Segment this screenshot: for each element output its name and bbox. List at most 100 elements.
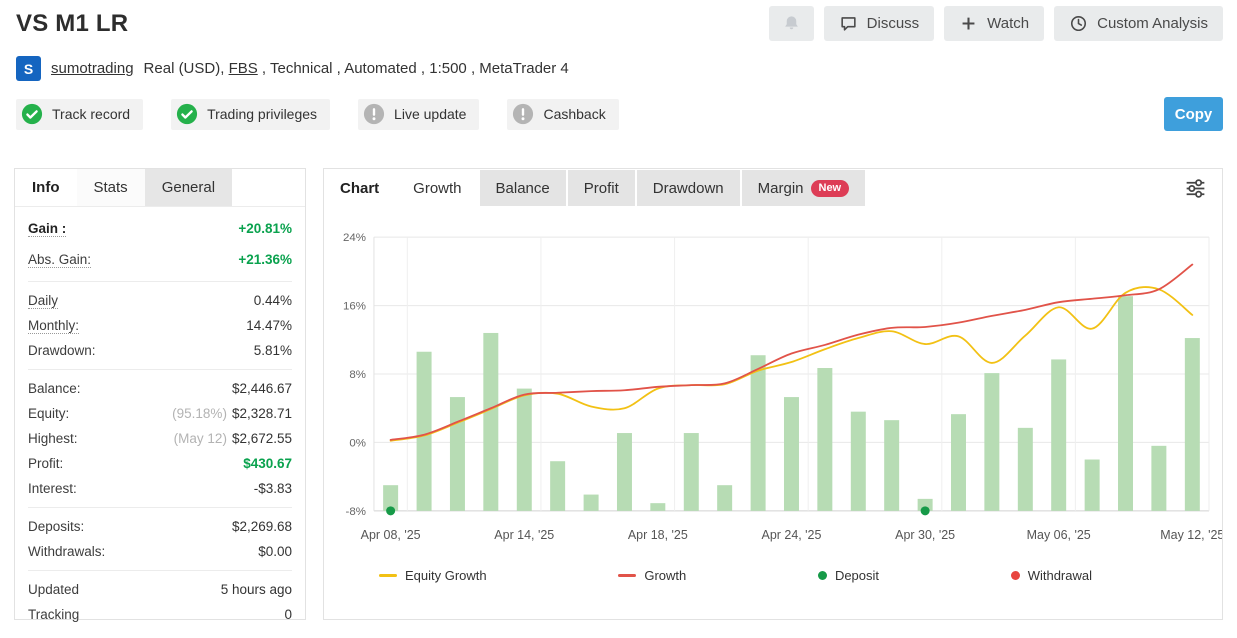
chart-tab-label: Margin [758, 180, 804, 197]
info-value-abs-gain: +21.36% [238, 252, 292, 267]
chart-tab-balance[interactable]: Balance [480, 170, 566, 206]
info-value-interest: -$3.83 [254, 481, 292, 496]
info-label-withdrawals: Withdrawals: [28, 544, 105, 559]
bar-apr-29 [884, 420, 899, 511]
legend-swatch-growth [618, 574, 636, 577]
bar-may-06 [1051, 359, 1066, 510]
info-label-daily[interactable]: Daily [28, 293, 58, 309]
chart-tabs-row: Chart Growth Balance Profit DrawdownMarginNe… [324, 169, 1222, 207]
chart-tabs: Chart Growth Balance Profit DrawdownMarginNe… [324, 170, 867, 206]
info-row-interest: Interest: -$3.83 [28, 476, 292, 501]
info-value-drawdown: 5.81% [254, 343, 292, 358]
info-label-abs-gain[interactable]: Abs. Gain: [28, 252, 91, 268]
sliders-icon [1183, 176, 1208, 201]
watch-button[interactable]: Watch [944, 6, 1044, 41]
chart-tab-drawdown[interactable]: Drawdown [637, 170, 740, 206]
legend-label: Withdrawal [1028, 568, 1092, 583]
chart-panel: Chart Growth Balance Profit DrawdownMarginNe… [323, 168, 1223, 620]
username-link[interactable]: sumotrading [51, 60, 134, 77]
tab-general[interactable]: General [145, 169, 232, 206]
info-label-interest: Interest: [28, 481, 77, 496]
info-row-group: Daily 0.44% Monthly:14.47% Drawdown: 5.81% [28, 282, 292, 370]
chart-settings-button[interactable] [1179, 172, 1212, 205]
info-label-monthly[interactable]: Monthly: [28, 318, 79, 334]
custom-analysis-button[interactable]: Custom Analysis [1054, 6, 1223, 41]
bar-may-01 [951, 414, 966, 511]
bar-apr-24 [784, 397, 799, 511]
y-tick-label: -8% [346, 506, 366, 518]
info-row-group: Updated5 hours agoTracking0 [28, 571, 292, 633]
check-circle-icon [21, 103, 43, 125]
bar-apr-15 [550, 461, 565, 511]
info-value-withdrawals: $0.00 [258, 544, 292, 559]
bar-apr-21 [684, 433, 699, 511]
info-row-deposits: Deposits: $2,269.68 [28, 514, 292, 539]
tab-info[interactable]: Info [15, 169, 77, 206]
exclamation-circle-icon [512, 103, 534, 125]
bar-apr-23 [751, 355, 766, 511]
info-label-drawdown: Drawdown: [28, 343, 96, 358]
tab-stats[interactable]: Stats [77, 169, 145, 206]
bar-apr-11 [483, 333, 498, 511]
chart-legend: Equity GrowthGrowthDepositWithdrawal [324, 553, 1222, 597]
info-row-group: Deposits: $2,269.68 Withdrawals: $0.00 [28, 508, 292, 571]
info-value-highest: (May 12)$2,672.55 [174, 431, 292, 446]
clock-icon [1069, 14, 1088, 33]
info-row-group: Balance:$2,446.67Equity:(95.18%)$2,328.7… [28, 370, 292, 508]
page-title: VS M1 LR [16, 10, 128, 38]
discuss-label: Discuss [867, 15, 920, 32]
info-label-updated: Updated [28, 582, 79, 597]
info-value-gain: +20.81% [238, 221, 292, 236]
account-meta-suffix: , Technical , Automated , 1:500 , MetaTr… [258, 60, 569, 77]
page-header: VS M1 LR Discuss Watch Custom Analysis [0, 0, 1237, 131]
chart-tab-label: Profit [584, 180, 619, 197]
info-row-equity: Equity:(95.18%)$2,328.71 [28, 401, 292, 426]
main-content: InfoStatsGeneral Gain : +20.81% Abs. Gain:… [0, 168, 1237, 620]
info-value-profit: $430.67 [243, 456, 292, 471]
legend-item-deposit: Deposit [818, 568, 879, 583]
info-row-updated: Updated5 hours ago [28, 577, 292, 602]
info-rows: Gain : +20.81% Abs. Gain: +21.36% Daily 0.44%… [15, 207, 305, 633]
growth-chart: 24%16%8%0%-8%Apr 08, '25Apr 14, '25Apr 1… [324, 209, 1222, 553]
chart-tab-growth[interactable]: Growth [397, 170, 477, 206]
info-value-tracking: 0 [284, 607, 292, 622]
chart-tab-label: Growth [413, 180, 461, 197]
bar-may-12 [1185, 338, 1200, 511]
info-label-deposits: Deposits: [28, 519, 84, 534]
info-row-withdrawals: Withdrawals: $0.00 [28, 539, 292, 564]
info-row-monthly: Monthly:14.47% [28, 313, 292, 338]
info-value-equity: (95.18%)$2,328.71 [172, 406, 292, 421]
info-row-tracking: Tracking0 [28, 602, 292, 627]
bar-may-07 [1085, 460, 1100, 511]
chart-tab-label: Chart [340, 180, 379, 197]
y-tick-label: 16% [343, 301, 366, 313]
exclamation-circle-icon [363, 103, 385, 125]
copy-button[interactable]: Copy [1164, 97, 1223, 131]
bar-apr-10 [450, 397, 465, 511]
info-panel: InfoStatsGeneral Gain : +20.81% Abs. Gain:… [14, 168, 306, 620]
info-label-gain[interactable]: Gain : [28, 221, 66, 237]
y-tick-label: 0% [349, 437, 366, 449]
bar-may-09 [1151, 446, 1166, 511]
x-tick-label: Apr 24, '25 [762, 528, 822, 542]
deposit-dot-apr-30 [921, 506, 930, 515]
discuss-button[interactable]: Discuss [824, 6, 935, 41]
legend-item-equity-growth: Equity Growth [379, 568, 487, 583]
broker-link[interactable]: FBS [229, 60, 258, 77]
x-tick-label: May 06, '25 [1027, 528, 1091, 542]
info-value-daily: 0.44% [254, 293, 292, 308]
chart-tab-margin[interactable]: MarginNew [742, 170, 865, 206]
legend-item-withdrawal: Withdrawal [1011, 568, 1092, 583]
notifications-bell-button[interactable] [769, 6, 814, 41]
header-actions: Discuss Watch Custom Analysis [769, 6, 1223, 41]
info-row-daily: Daily 0.44% [28, 288, 292, 313]
chart-tab-label: Balance [496, 180, 550, 197]
info-value-deposits: $2,269.68 [232, 519, 292, 534]
status-chip-label: Cashback [543, 106, 605, 122]
status-chip-trading-privileges: Trading privileges [171, 99, 330, 130]
legend-label: Deposit [835, 568, 879, 583]
status-chip-live-update: Live update [358, 99, 479, 130]
broker-avatar-badge: S [16, 56, 41, 81]
check-circle-icon [176, 103, 198, 125]
chart-tab-profit[interactable]: Profit [568, 170, 635, 206]
